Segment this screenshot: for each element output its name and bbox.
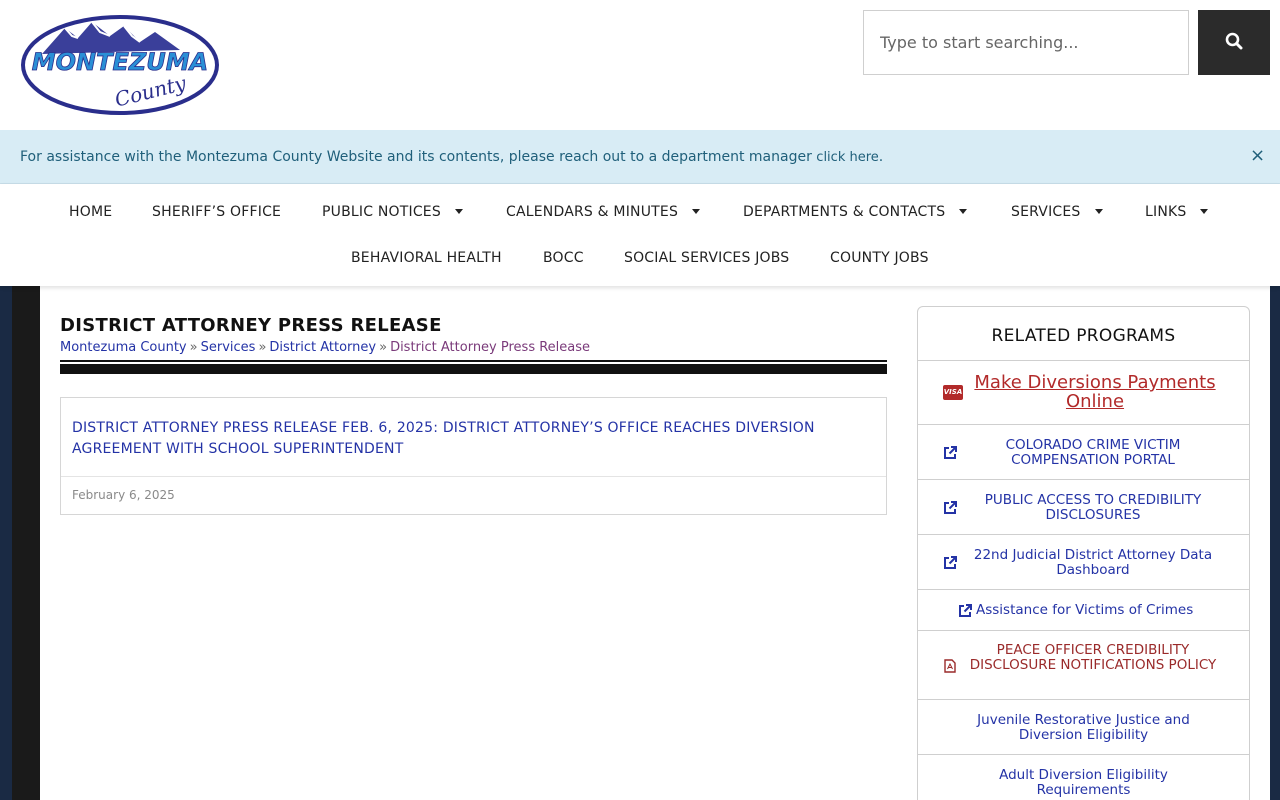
close-icon[interactable]: × <box>1250 146 1265 166</box>
main-navigation: HOME SHERIFF’S OFFICE PUBLIC NOTICES CAL… <box>0 184 1280 286</box>
related-programs-header: RELATED PROGRAMS <box>918 307 1249 361</box>
nav-departments-contacts-label: DEPARTMENTS & CONTACTS <box>743 204 946 220</box>
nav-departments-contacts[interactable]: DEPARTMENTS & CONTACTS <box>743 204 968 220</box>
sidebar-item-crime-victim-compensation[interactable]: COLORADO CRIME VICTIM COMPENSATION PORTA… <box>918 425 1249 480</box>
breadcrumb-separator: » <box>189 340 198 355</box>
related-programs-panel: RELATED PROGRAMS VISA Make Diversions Pa… <box>917 306 1250 800</box>
sidebar-item-label: Adult Diversion Eligibility Requirements <box>999 767 1168 798</box>
nav-calendars-minutes[interactable]: CALENDARS & MINUTES <box>506 204 701 220</box>
caret-down-icon <box>959 208 968 214</box>
external-link-icon <box>943 500 957 519</box>
sidebar-item-label: 22nd Judicial District Attorney Data Das… <box>973 547 1213 578</box>
nav-home-label: HOME <box>69 204 113 220</box>
breadcrumb-services[interactable]: Services <box>201 340 256 355</box>
nav-public-notices-label: PUBLIC NOTICES <box>322 204 441 220</box>
nav-services-label: SERVICES <box>1011 204 1081 220</box>
nav-home[interactable]: HOME <box>69 204 112 220</box>
nav-social-services-jobs-label: SOCIAL SERVICES JOBS <box>624 250 790 266</box>
site-header: MONTEZUMA County <box>0 0 1280 130</box>
post-date: February 6, 2025 <box>72 488 175 502</box>
sidebar-item-label: Assistance for Victims of Crimes <box>976 602 1194 618</box>
page-title: DISTRICT ATTORNEY PRESS RELEASE <box>60 315 442 336</box>
nav-bocc[interactable]: BOCC <box>543 250 584 266</box>
breadcrumb-home[interactable]: Montezuma County <box>60 340 187 355</box>
county-logo[interactable]: MONTEZUMA County <box>20 14 220 116</box>
nav-behavioral-health[interactable]: BEHAVIORAL HEALTH <box>351 250 502 266</box>
left-border-band <box>0 286 40 800</box>
post-card: DISTRICT ATTORNEY PRESS RELEASE FEB. 6, … <box>60 397 887 515</box>
external-link-icon <box>943 445 957 464</box>
nav-sheriffs-office-label: SHERIFF’S OFFICE <box>152 204 282 220</box>
nav-links[interactable]: LINKS <box>1145 204 1209 220</box>
nav-public-notices[interactable]: PUBLIC NOTICES <box>322 204 463 220</box>
visa-card-icon: VISA <box>943 385 963 400</box>
breadcrumb: Montezuma County» Services» District Attor… <box>60 340 590 355</box>
post-title-link[interactable]: DISTRICT ATTORNEY PRESS RELEASE FEB. 6, … <box>72 418 862 460</box>
related-programs-title: RELATED PROGRAMS <box>991 326 1176 346</box>
external-link-icon <box>958 603 972 622</box>
breadcrumb-district-attorney[interactable]: District Attorney <box>269 340 376 355</box>
sidebar-item-label: PUBLIC ACCESS TO CREDIBILITY DISCLOSURES <box>984 492 1202 523</box>
notice-period: . <box>878 149 884 165</box>
nav-behavioral-health-label: BEHAVIORAL HEALTH <box>351 250 502 266</box>
notice-link[interactable]: click here <box>816 150 878 165</box>
caret-down-icon <box>1200 208 1209 214</box>
search-icon <box>1225 32 1243 53</box>
breadcrumb-separator: » <box>379 340 388 355</box>
nav-bocc-label: BOCC <box>543 250 584 266</box>
breadcrumb-current: District Attorney Press Release <box>390 340 591 355</box>
sidebar-item-juvenile-diversion[interactable]: Juvenile Restorative Justice and Diversi… <box>918 700 1249 755</box>
nav-county-jobs-label: COUNTY JOBS <box>830 250 929 266</box>
post-divider <box>61 476 886 477</box>
nav-services[interactable]: SERVICES <box>1011 204 1103 220</box>
nav-sheriffs-office[interactable]: SHERIFF’S OFFICE <box>152 204 281 220</box>
sidebar-item-label: Juvenile Restorative Justice and Diversi… <box>977 712 1190 743</box>
nav-links-label: LINKS <box>1145 204 1187 220</box>
search-button[interactable] <box>1198 10 1270 75</box>
pdf-file-icon <box>944 658 956 677</box>
sidebar-item-label: PEACE OFFICER CREDIBILITY DISCLOSURE NOT… <box>969 642 1217 673</box>
notice-text: For assistance with the Montezuma County… <box>20 149 883 165</box>
caret-down-icon <box>1094 208 1103 214</box>
notice-message: For assistance with the Montezuma County… <box>20 149 817 165</box>
nav-county-jobs[interactable]: COUNTY JOBS <box>830 250 929 266</box>
title-divider-bar <box>60 364 887 374</box>
sidebar-item-credibility-policy[interactable]: PEACE OFFICER CREDIBILITY DISCLOSURE NOT… <box>918 631 1249 700</box>
nav-social-services-jobs[interactable]: SOCIAL SERVICES JOBS <box>624 250 789 266</box>
sidebar-item-data-dashboard[interactable]: 22nd Judicial District Attorney Data Das… <box>918 535 1249 590</box>
breadcrumb-separator: » <box>258 340 267 355</box>
sidebar-item-adult-diversion[interactable]: Adult Diversion Eligibility Requirements <box>918 755 1249 800</box>
caret-down-icon <box>454 208 463 214</box>
caret-down-icon <box>692 208 701 214</box>
assistance-notice: For assistance with the Montezuma County… <box>0 130 1280 184</box>
sidebar-item-label: Make Diversions Payments Online <box>974 372 1216 412</box>
sidebar-item-credibility-disclosures[interactable]: PUBLIC ACCESS TO CREDIBILITY DISCLOSURES <box>918 480 1249 535</box>
sidebar-item-label: COLORADO CRIME VICTIM COMPENSATION PORTA… <box>1005 437 1181 468</box>
external-link-icon <box>943 555 957 574</box>
sidebar-item-diversion-payments[interactable]: VISA Make Diversions Payments Online <box>918 361 1249 425</box>
sidebar-item-victims-assistance[interactable]: Assistance for Victims of Crimes <box>918 590 1249 631</box>
search-input[interactable] <box>863 10 1189 75</box>
right-border-band <box>1270 286 1280 800</box>
title-divider <box>60 360 887 362</box>
nav-calendars-minutes-label: CALENDARS & MINUTES <box>506 204 679 220</box>
